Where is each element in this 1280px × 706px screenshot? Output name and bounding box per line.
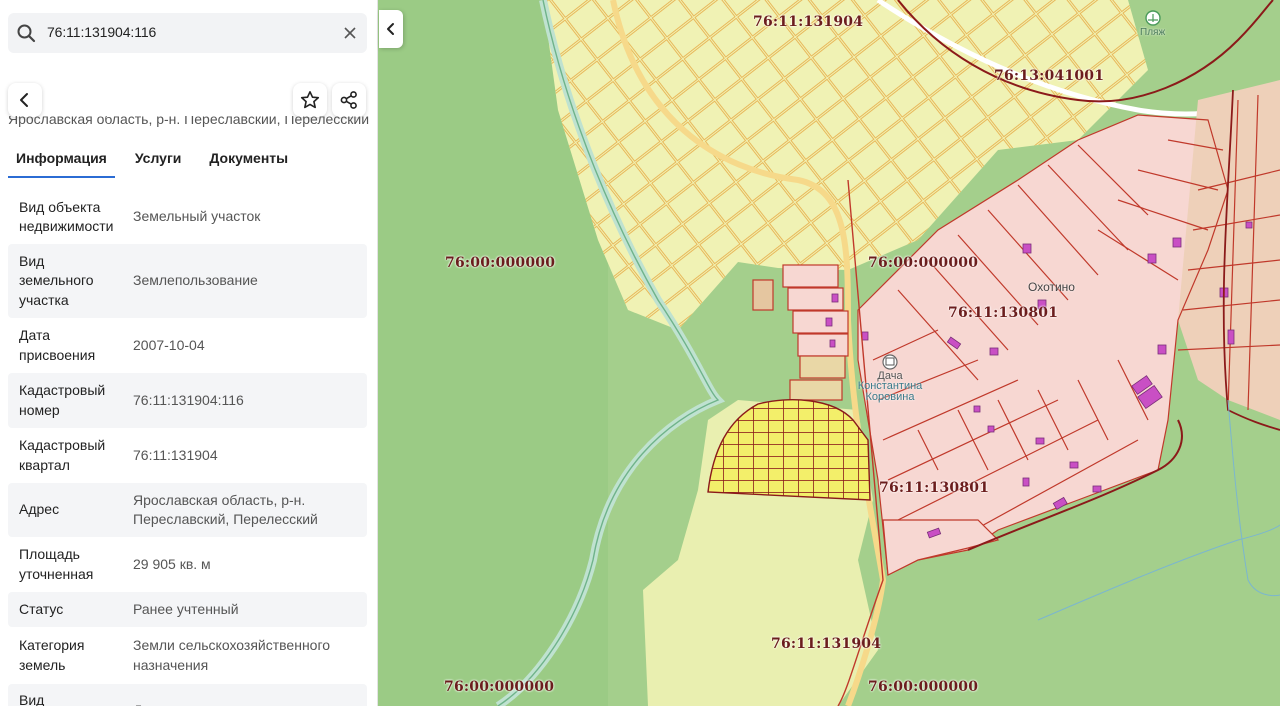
info-label: Статус [19, 600, 64, 617]
search-icon [17, 24, 36, 43]
info-value: Ярославская область, р-н. Переславский, … [133, 491, 318, 528]
museum-label-line3: Коровина [865, 391, 915, 403]
info-value: Ранее учтенный [133, 600, 239, 617]
share-button[interactable] [332, 83, 366, 117]
cadastral-label: 76:00:000000 [444, 679, 555, 695]
info-value: 29 905 кв. м [133, 555, 211, 572]
chevron-left-icon [20, 93, 28, 107]
close-icon[interactable] [342, 25, 358, 41]
info-value: Для ведения крестьянского [121, 691, 367, 706]
info-row-area: Площадь уточненная 29 905 кв. м [8, 537, 367, 592]
star-icon [300, 90, 320, 109]
info-row-land-type: Вид земельного участка Землепользование [8, 244, 367, 318]
info-row-land-category: Категория земель Земли сельскохозяйствен… [8, 627, 367, 684]
cadastral-label: 76:11:131904 [753, 14, 864, 30]
info-label: Вид объекта недвижимости [19, 198, 114, 235]
tab-documents[interactable]: Документы [201, 146, 296, 178]
info-label: Площадь уточненная [19, 546, 94, 582]
info-label: Кадастровый квартал [19, 437, 106, 473]
beach-icon[interactable] [1145, 10, 1161, 26]
info-value: Землепользование [133, 272, 258, 289]
beach-label: Пляж [1140, 27, 1166, 38]
village-label: Охотино [1028, 280, 1075, 294]
collapse-panel-button[interactable] [379, 10, 403, 48]
cadastral-label: 76:00:000000 [868, 255, 979, 271]
info-label: Категория земель [19, 637, 85, 673]
info-row-usage: Вид Для ведения крестьянского [8, 684, 367, 706]
info-label: Кадастровый номер [19, 382, 106, 418]
info-value: Земли сельскохозяйственного назначения [133, 637, 331, 673]
info-row-address: Адрес Ярославская область, р-н. Переслав… [8, 483, 367, 537]
tab-bar: Информация Услуги Документы [8, 146, 308, 178]
cadastral-label: 76:11:130801 [948, 305, 1059, 321]
tab-services[interactable]: Услуги [127, 146, 190, 178]
info-row-object-type: Вид объекта недвижимости Земельный участ… [8, 190, 367, 244]
info-row-date: Дата присвоения 2007-10-04 [8, 318, 367, 373]
info-value: Земельный участок [133, 208, 261, 225]
tab-information[interactable]: Информация [8, 146, 115, 178]
search-bar[interactable]: 76:11:131904:116 [8, 13, 367, 53]
map-canvas[interactable] [378, 0, 1280, 706]
cadastral-label: 76:13:041001 [994, 68, 1105, 84]
cadastral-map[interactable]: 76:11:131904 76:13:041001 76:00:000000 7… [378, 0, 1280, 706]
cadastral-label: 76:00:000000 [868, 679, 979, 695]
info-label: Вид [19, 692, 45, 706]
cadastral-label: 76:00:000000 [445, 255, 556, 271]
favorite-button[interactable] [293, 83, 327, 117]
chevron-left-icon [387, 23, 394, 35]
info-value: 76:11:131904:116 [133, 391, 244, 408]
cadastral-label: 76:11:130801 [879, 480, 990, 496]
museum-icon[interactable] [882, 354, 898, 370]
info-label: Дата присвоения [19, 327, 96, 363]
search-input[interactable]: 76:11:131904:116 [47, 24, 156, 40]
info-table: Вид объекта недвижимости Земельный участ… [8, 190, 367, 706]
info-row-cadastral-quarter: Кадастровый квартал 76:11:131904 [8, 428, 367, 483]
info-value: 76:11:131904 [133, 446, 218, 463]
share-icon [340, 91, 357, 109]
info-label: Вид земельного участка [19, 252, 94, 308]
info-row-status: Статус Ранее учтенный [8, 592, 367, 627]
info-label: Адрес [19, 501, 60, 518]
cadastral-label: 76:11:131904 [771, 636, 882, 652]
info-value: 2007-10-04 [133, 336, 205, 353]
back-button[interactable] [8, 83, 42, 117]
address-subtitle: Ярославская область, р-н. Переславский, … [8, 116, 370, 127]
info-panel: 76:11:131904:116 Ярославская область, р-… [0, 0, 378, 706]
info-row-cadastral-number: Кадастровый номер 76:11:131904:116 [8, 373, 367, 428]
